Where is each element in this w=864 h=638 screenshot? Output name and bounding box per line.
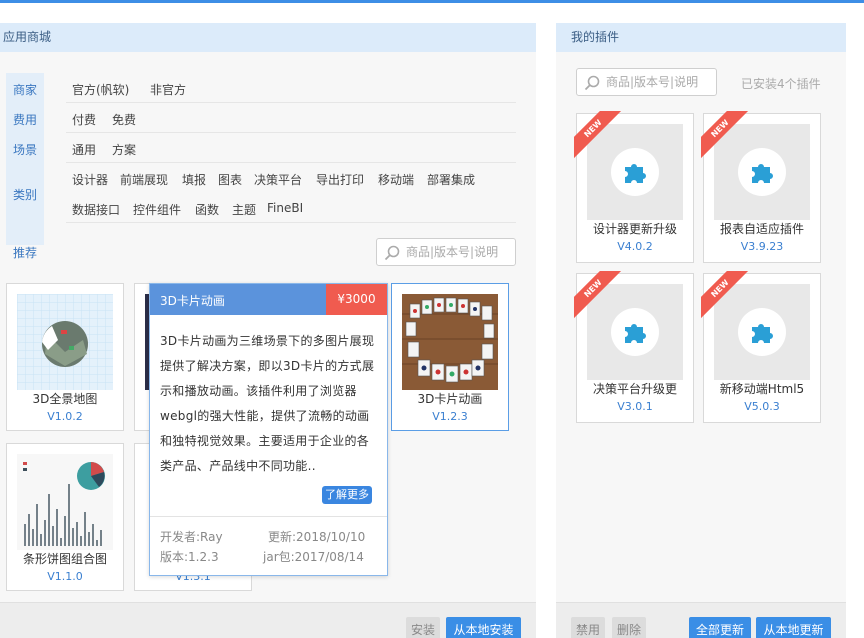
filter-option[interactable]: 移动端 xyxy=(378,171,414,188)
plugin-name: 3D全景地图 xyxy=(32,392,98,406)
plugin-version: V4.0.2 xyxy=(617,240,653,253)
new-badge: NEW xyxy=(574,271,624,321)
plugin-name: 3D卡片动画 xyxy=(417,392,483,406)
search-icon xyxy=(584,75,600,91)
my-plugins-panel: 我的插件 已安装4个插件 NEW 设计器更新升级 V4.0.2 NEW 报表自适… xyxy=(556,23,846,638)
puzzle-icon xyxy=(752,164,773,183)
filter-row-vendor: 官方(帆软) 非官方 xyxy=(66,73,516,103)
filter-option[interactable]: 图表 xyxy=(218,171,242,188)
installed-plugin-card[interactable]: NEW 设计器更新升级 V4.0.2 xyxy=(574,111,694,263)
plugin-version: V3.0.1 xyxy=(617,400,653,413)
filter-label-scene: 场景 xyxy=(12,143,37,157)
popup-header: 3D卡片动画 ¥3000 xyxy=(150,284,387,315)
installed-plugin-card[interactable]: NEW 决策平台升级更 V3.0.1 xyxy=(574,271,694,423)
plugin-name: 新移动端Html5 xyxy=(719,382,805,396)
plugin-thumbnail-3d-card-animation xyxy=(402,294,498,390)
my-plugins-search-input[interactable] xyxy=(606,73,726,91)
plugin-card-3d-map[interactable]: 3D全景地图 V1.0.2 xyxy=(6,283,124,431)
installed-plugin-card[interactable]: NEW 报表自适应插件 V3.9.23 xyxy=(701,111,821,263)
plugin-detail-popup: 3D卡片动画 ¥3000 3D卡片动画为三维场景下的多图片展现提供了解决方案，即… xyxy=(149,283,388,576)
puzzle-icon xyxy=(625,164,646,183)
update-all-button[interactable]: 全部更新 xyxy=(689,617,751,638)
filter-option[interactable]: 控件组件 xyxy=(133,201,181,218)
filter-option[interactable]: 免费 xyxy=(112,111,136,128)
plugin-name: 设计器更新升级 xyxy=(592,222,677,236)
popup-divider xyxy=(150,516,387,517)
popup-updated: 更新:2018/10/10 xyxy=(268,530,366,544)
popup-jar-date: jar包:2017/08/14 xyxy=(263,550,364,564)
plugin-version: V5.0.3 xyxy=(744,400,780,413)
filter-row-category: 设计器 前端展现 填报 图表 决策平台 导出打印 移动端 部署集成 数据接口 控… xyxy=(66,163,516,223)
filter-row-scene: 通用 方案 xyxy=(66,133,516,163)
app-store-title: 应用商城 xyxy=(0,23,536,52)
puzzle-icon xyxy=(752,324,773,343)
filter-label-category: 类别 xyxy=(12,188,37,202)
new-badge: NEW xyxy=(701,111,751,161)
my-plugins-footer: 禁用 删除 全部更新 从本地更新 xyxy=(556,602,846,638)
search-icon xyxy=(384,245,400,261)
plugin-card-3d-card-animation[interactable]: 3D卡片动画 V1.2.3 xyxy=(391,283,509,431)
plugin-thumbnail-3d-map xyxy=(17,294,113,390)
filter-row-cost: 付费 免费 xyxy=(66,103,516,133)
price-badge: ¥3000 xyxy=(326,284,387,315)
store-search-input[interactable] xyxy=(406,243,526,261)
filter-option[interactable]: 通用 xyxy=(72,141,96,158)
popup-description: 3D卡片动画为三维场景下的多图片展现提供了解决方案，即以3D卡片的方式展示和播放… xyxy=(160,334,375,473)
filter-option[interactable]: 前端展现 xyxy=(120,171,168,188)
filter-option[interactable]: 非官方 xyxy=(150,81,186,98)
installed-plugin-card[interactable]: NEW 新移动端Html5 V5.0.3 xyxy=(701,271,821,423)
filter-option[interactable]: 主题 xyxy=(232,201,256,218)
filter-option[interactable]: 官方(帆软) xyxy=(72,81,129,98)
plugin-name: 报表自适应插件 xyxy=(719,222,804,236)
top-accent-bar xyxy=(0,0,864,3)
filter-option[interactable]: FineBI xyxy=(267,201,303,215)
new-badge: NEW xyxy=(574,111,624,161)
filter-label-vendor: 商家 xyxy=(12,83,37,97)
plugin-version: V1.2.3 xyxy=(432,410,468,423)
store-footer: 安装 从本地安装 xyxy=(0,602,536,638)
plugin-name: 决策平台升级更 xyxy=(592,382,677,396)
filter-option[interactable]: 付费 xyxy=(72,111,96,128)
plugin-card-bar-pie-combo[interactable]: 条形饼图组合图 V1.1.0 xyxy=(6,443,124,591)
update-from-local-button[interactable]: 从本地更新 xyxy=(756,617,831,638)
delete-button[interactable]: 删除 xyxy=(612,617,646,638)
plugin-version: V1.1.0 xyxy=(47,570,83,583)
install-from-local-button[interactable]: 从本地安装 xyxy=(446,617,521,638)
plugin-version: V3.9.23 xyxy=(740,240,784,253)
learn-more-button[interactable]: 了解更多 xyxy=(322,486,372,504)
recommend-label: 推荐 xyxy=(13,246,38,260)
store-search-box[interactable] xyxy=(376,238,526,266)
filter-option[interactable]: 函数 xyxy=(195,201,219,218)
popup-version: 版本:1.2.3 xyxy=(160,550,219,564)
filter-label-cost: 费用 xyxy=(12,113,37,127)
new-badge: NEW xyxy=(701,271,751,321)
my-plugins-search-box[interactable] xyxy=(576,68,726,96)
filter-option[interactable]: 填报 xyxy=(182,171,206,188)
installed-count: 已安装4个插件 xyxy=(741,77,821,91)
install-button[interactable]: 安装 xyxy=(406,617,440,638)
plugin-name: 条形饼图组合图 xyxy=(22,552,107,566)
my-plugins-title: 我的插件 xyxy=(556,23,846,52)
filter-option[interactable]: 部署集成 xyxy=(427,171,475,188)
puzzle-icon xyxy=(625,324,646,343)
disable-button[interactable]: 禁用 xyxy=(571,617,605,638)
filter-option[interactable]: 方案 xyxy=(112,141,136,158)
filter-option[interactable]: 设计器 xyxy=(72,171,108,188)
popup-title: 3D卡片动画 xyxy=(160,294,225,308)
plugin-version: V1.0.2 xyxy=(47,410,83,423)
plugin-thumbnail-bar-pie-combo xyxy=(17,454,113,550)
popup-developer: 开发者:Ray xyxy=(160,530,223,544)
filter-option[interactable]: 导出打印 xyxy=(316,171,364,188)
filter-labels: 商家 费用 场景 类别 xyxy=(6,73,44,245)
filter-option[interactable]: 数据接口 xyxy=(72,201,120,218)
filter-option[interactable]: 决策平台 xyxy=(254,171,302,188)
